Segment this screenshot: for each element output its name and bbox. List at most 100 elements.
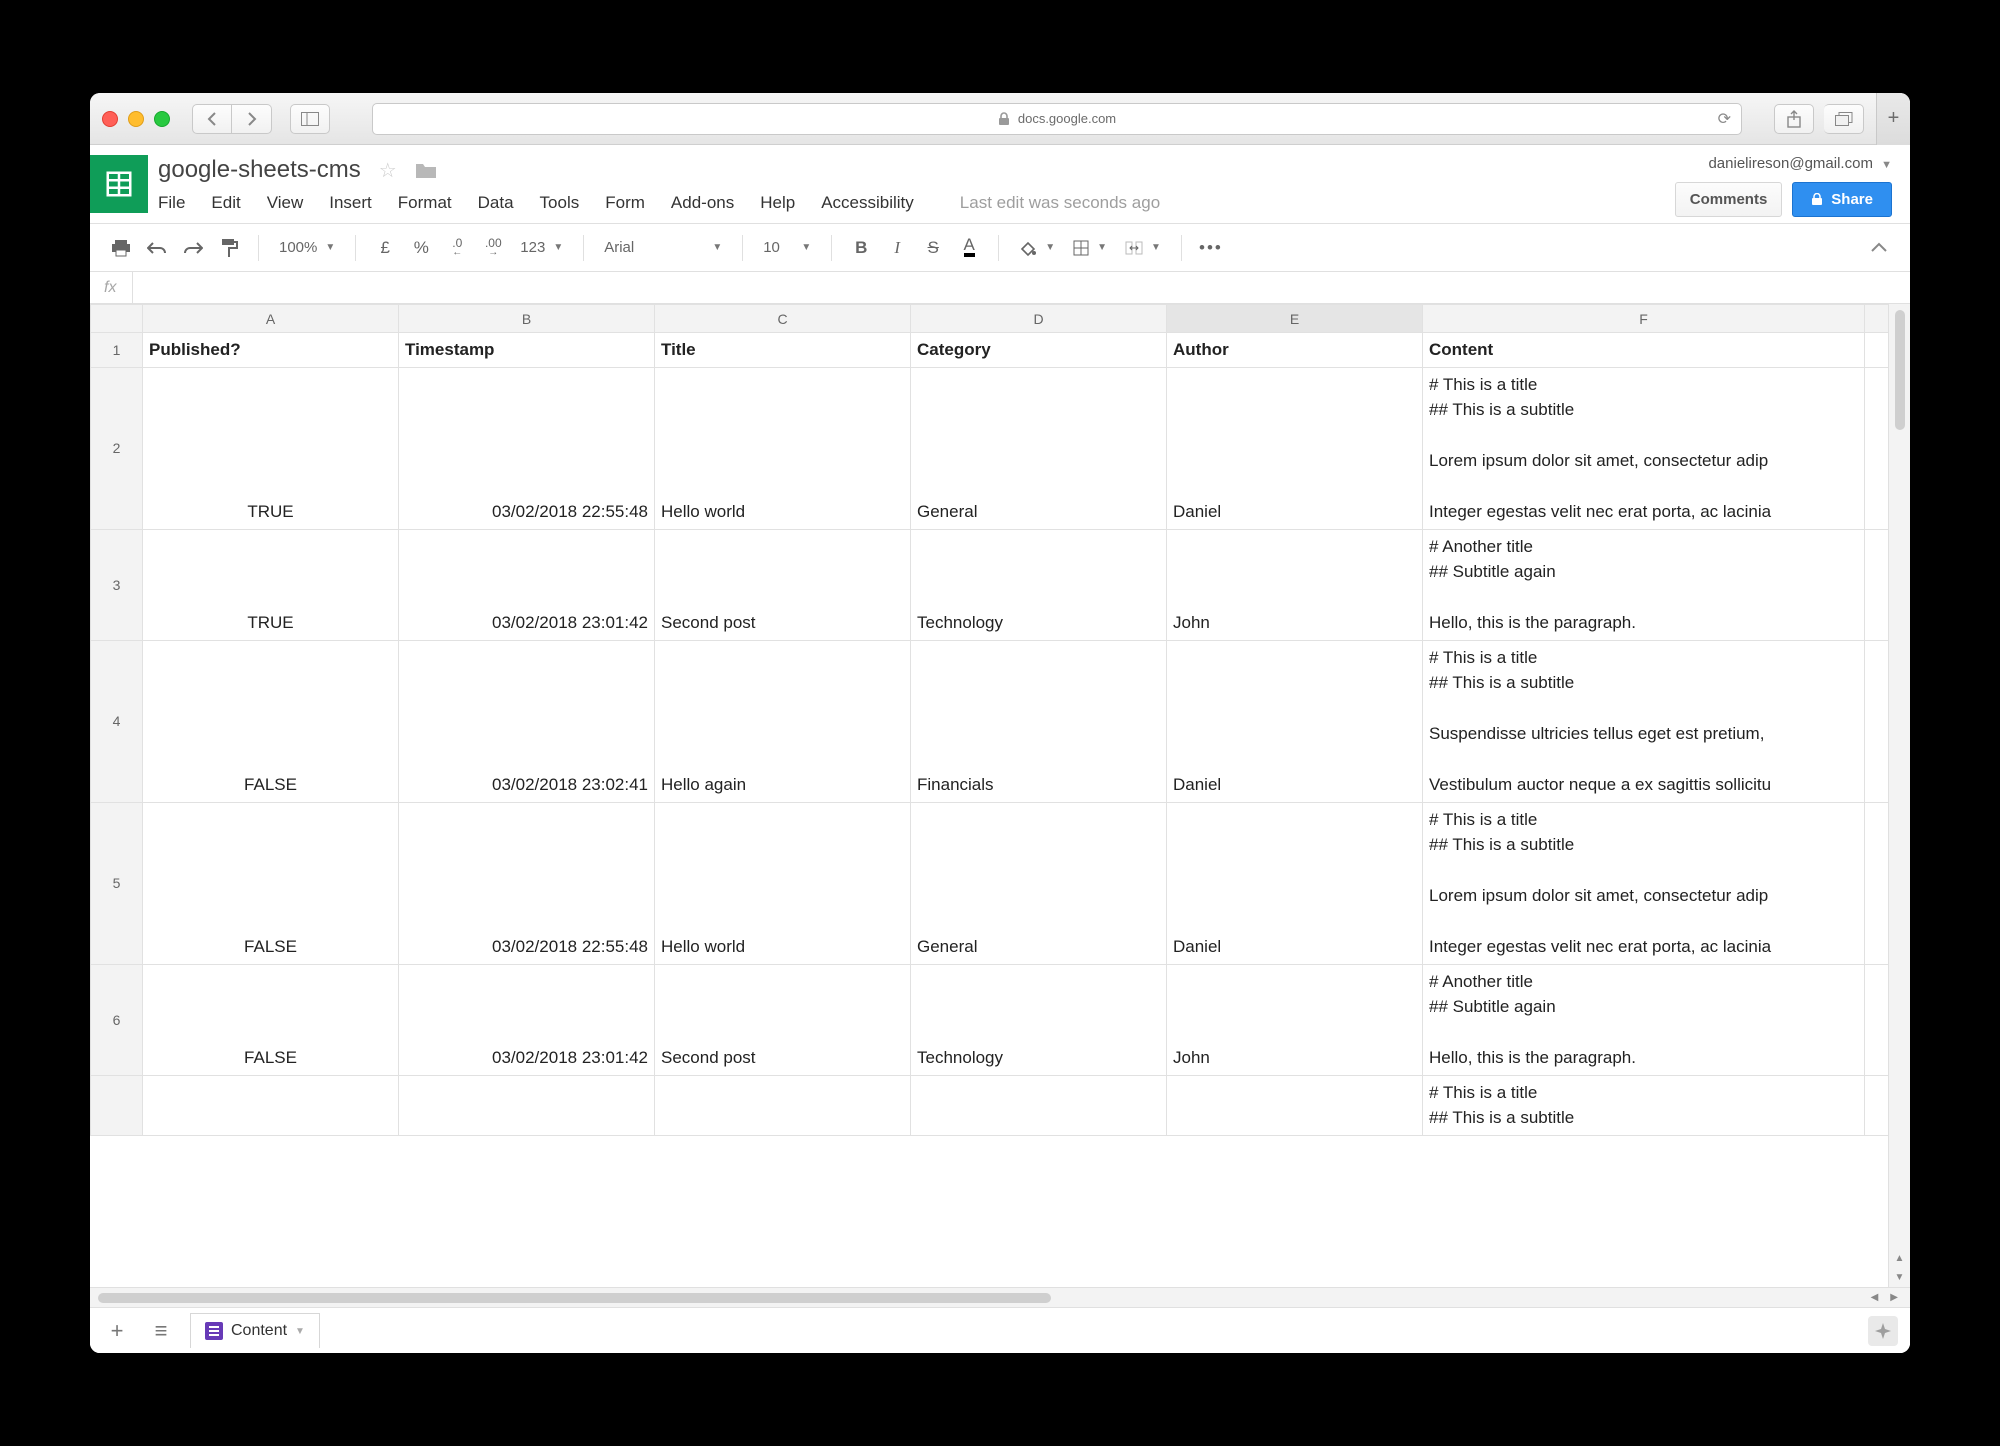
col-header-D[interactable]: D bbox=[911, 305, 1167, 333]
explore-button[interactable] bbox=[1868, 1316, 1898, 1346]
menu-help[interactable]: Help bbox=[760, 193, 795, 213]
url-bar[interactable]: docs.google.com ⟳ bbox=[372, 103, 1742, 135]
cell[interactable]: # Another title ## Subtitle again Hello,… bbox=[1423, 964, 1865, 1075]
header-cell[interactable]: Content bbox=[1423, 333, 1865, 368]
header-cell[interactable]: Category bbox=[911, 333, 1167, 368]
cell[interactable]: Technology bbox=[911, 964, 1167, 1075]
row-header[interactable]: 6 bbox=[91, 964, 143, 1075]
text-color-button[interactable]: A bbox=[954, 233, 984, 263]
document-title[interactable]: google-sheets-cms bbox=[158, 156, 361, 184]
scrollbar-thumb[interactable] bbox=[1895, 310, 1905, 430]
cell[interactable] bbox=[1167, 1075, 1423, 1135]
col-header-E[interactable]: E bbox=[1167, 305, 1423, 333]
cell[interactable]: # This is a title ## This is a subtitle … bbox=[1423, 802, 1865, 964]
increase-decimal-button[interactable]: .00 → bbox=[478, 233, 508, 263]
paint-format-button[interactable] bbox=[214, 233, 244, 263]
cell[interactable] bbox=[1865, 964, 1889, 1075]
star-icon[interactable]: ☆ bbox=[379, 158, 397, 183]
nav-forward-button[interactable] bbox=[232, 104, 272, 134]
sheets-logo[interactable] bbox=[90, 155, 148, 213]
row-header[interactable]: 4 bbox=[91, 640, 143, 802]
header-cell[interactable]: Title bbox=[655, 333, 911, 368]
cell[interactable]: Second post bbox=[655, 529, 911, 640]
sidebar-toggle-button[interactable] bbox=[290, 104, 330, 134]
italic-button[interactable]: I bbox=[882, 233, 912, 263]
print-button[interactable] bbox=[106, 233, 136, 263]
bold-button[interactable]: B bbox=[846, 233, 876, 263]
more-toolbar-button[interactable]: ••• bbox=[1196, 233, 1226, 263]
cell[interactable]: 03/02/2018 23:01:42 bbox=[399, 529, 655, 640]
decrease-decimal-button[interactable]: .0 ← bbox=[442, 233, 472, 263]
number-format-dropdown[interactable]: 123 ▼ bbox=[514, 239, 569, 256]
header-cell[interactable]: Author bbox=[1167, 333, 1423, 368]
tabs-overview-button[interactable] bbox=[1824, 104, 1864, 134]
cell[interactable] bbox=[143, 1075, 399, 1135]
cell[interactable]: John bbox=[1167, 964, 1423, 1075]
vertical-scrollbar[interactable]: ▲ ▼ bbox=[1888, 304, 1910, 1287]
menu-addons[interactable]: Add-ons bbox=[671, 193, 734, 213]
menu-form[interactable]: Form bbox=[605, 193, 645, 213]
row-header[interactable]: 5 bbox=[91, 802, 143, 964]
zoom-dropdown[interactable]: 100% ▼ bbox=[273, 239, 341, 256]
window-minimize-button[interactable] bbox=[128, 111, 144, 127]
col-header-F[interactable]: F bbox=[1423, 305, 1865, 333]
cell[interactable]: TRUE bbox=[143, 367, 399, 529]
scroll-down-icon[interactable]: ▼ bbox=[1895, 1268, 1905, 1287]
window-maximize-button[interactable] bbox=[154, 111, 170, 127]
cell[interactable] bbox=[1865, 802, 1889, 964]
menu-view[interactable]: View bbox=[267, 193, 304, 213]
cell[interactable]: Hello world bbox=[655, 802, 911, 964]
cell[interactable]: Hello world bbox=[655, 367, 911, 529]
row-header[interactable] bbox=[91, 1075, 143, 1135]
cell[interactable]: Technology bbox=[911, 529, 1167, 640]
header-cell[interactable] bbox=[1865, 333, 1889, 368]
add-sheet-button[interactable]: + bbox=[102, 1318, 132, 1344]
cell[interactable]: TRUE bbox=[143, 529, 399, 640]
menu-insert[interactable]: Insert bbox=[329, 193, 372, 213]
col-header-C[interactable]: C bbox=[655, 305, 911, 333]
menu-data[interactable]: Data bbox=[478, 193, 514, 213]
nav-back-button[interactable] bbox=[192, 104, 232, 134]
header-cell[interactable]: Published? bbox=[143, 333, 399, 368]
currency-format-button[interactable]: £ bbox=[370, 233, 400, 263]
header-cell[interactable]: Timestamp bbox=[399, 333, 655, 368]
row-header[interactable]: 3 bbox=[91, 529, 143, 640]
cell[interactable] bbox=[1865, 1075, 1889, 1135]
borders-button[interactable]: ▼ bbox=[1067, 240, 1113, 256]
cell[interactable]: John bbox=[1167, 529, 1423, 640]
undo-button[interactable] bbox=[142, 233, 172, 263]
cell[interactable]: FALSE bbox=[143, 964, 399, 1075]
font-size-dropdown[interactable]: 10 ▼ bbox=[757, 239, 817, 256]
folder-icon[interactable] bbox=[415, 161, 437, 179]
cell[interactable]: Hello again bbox=[655, 640, 911, 802]
col-header-G[interactable]: G bbox=[1865, 305, 1889, 333]
col-header-A[interactable]: A bbox=[143, 305, 399, 333]
menu-file[interactable]: File bbox=[158, 193, 185, 213]
scroll-up-icon[interactable]: ▲ bbox=[1895, 1249, 1905, 1268]
comments-button[interactable]: Comments bbox=[1675, 182, 1783, 217]
cell[interactable]: Daniel bbox=[1167, 367, 1423, 529]
menu-format[interactable]: Format bbox=[398, 193, 452, 213]
cell[interactable] bbox=[1865, 367, 1889, 529]
cell[interactable]: 03/02/2018 22:55:48 bbox=[399, 367, 655, 529]
redo-button[interactable] bbox=[178, 233, 208, 263]
spreadsheet-grid[interactable]: A B C D E F G 1 Published? bbox=[90, 304, 1910, 1287]
row-header[interactable]: 1 bbox=[91, 333, 143, 368]
scroll-right-icon[interactable]: ▶ bbox=[1886, 1292, 1902, 1303]
cell[interactable]: # This is a title ## This is a subtitle … bbox=[1423, 640, 1865, 802]
cell[interactable]: Second post bbox=[655, 964, 911, 1075]
cell[interactable]: Daniel bbox=[1167, 640, 1423, 802]
cell[interactable]: FALSE bbox=[143, 640, 399, 802]
cell[interactable] bbox=[911, 1075, 1167, 1135]
menu-tools[interactable]: Tools bbox=[540, 193, 580, 213]
cell[interactable]: # Another title ## Subtitle again Hello,… bbox=[1423, 529, 1865, 640]
col-header-B[interactable]: B bbox=[399, 305, 655, 333]
font-dropdown[interactable]: Arial ▼ bbox=[598, 239, 728, 256]
menu-edit[interactable]: Edit bbox=[211, 193, 240, 213]
cell[interactable]: 03/02/2018 23:01:42 bbox=[399, 964, 655, 1075]
select-all-corner[interactable] bbox=[91, 305, 143, 333]
window-close-button[interactable] bbox=[102, 111, 118, 127]
row-header[interactable]: 2 bbox=[91, 367, 143, 529]
cell[interactable]: General bbox=[911, 367, 1167, 529]
merge-cells-button[interactable]: ▼ bbox=[1119, 241, 1167, 255]
